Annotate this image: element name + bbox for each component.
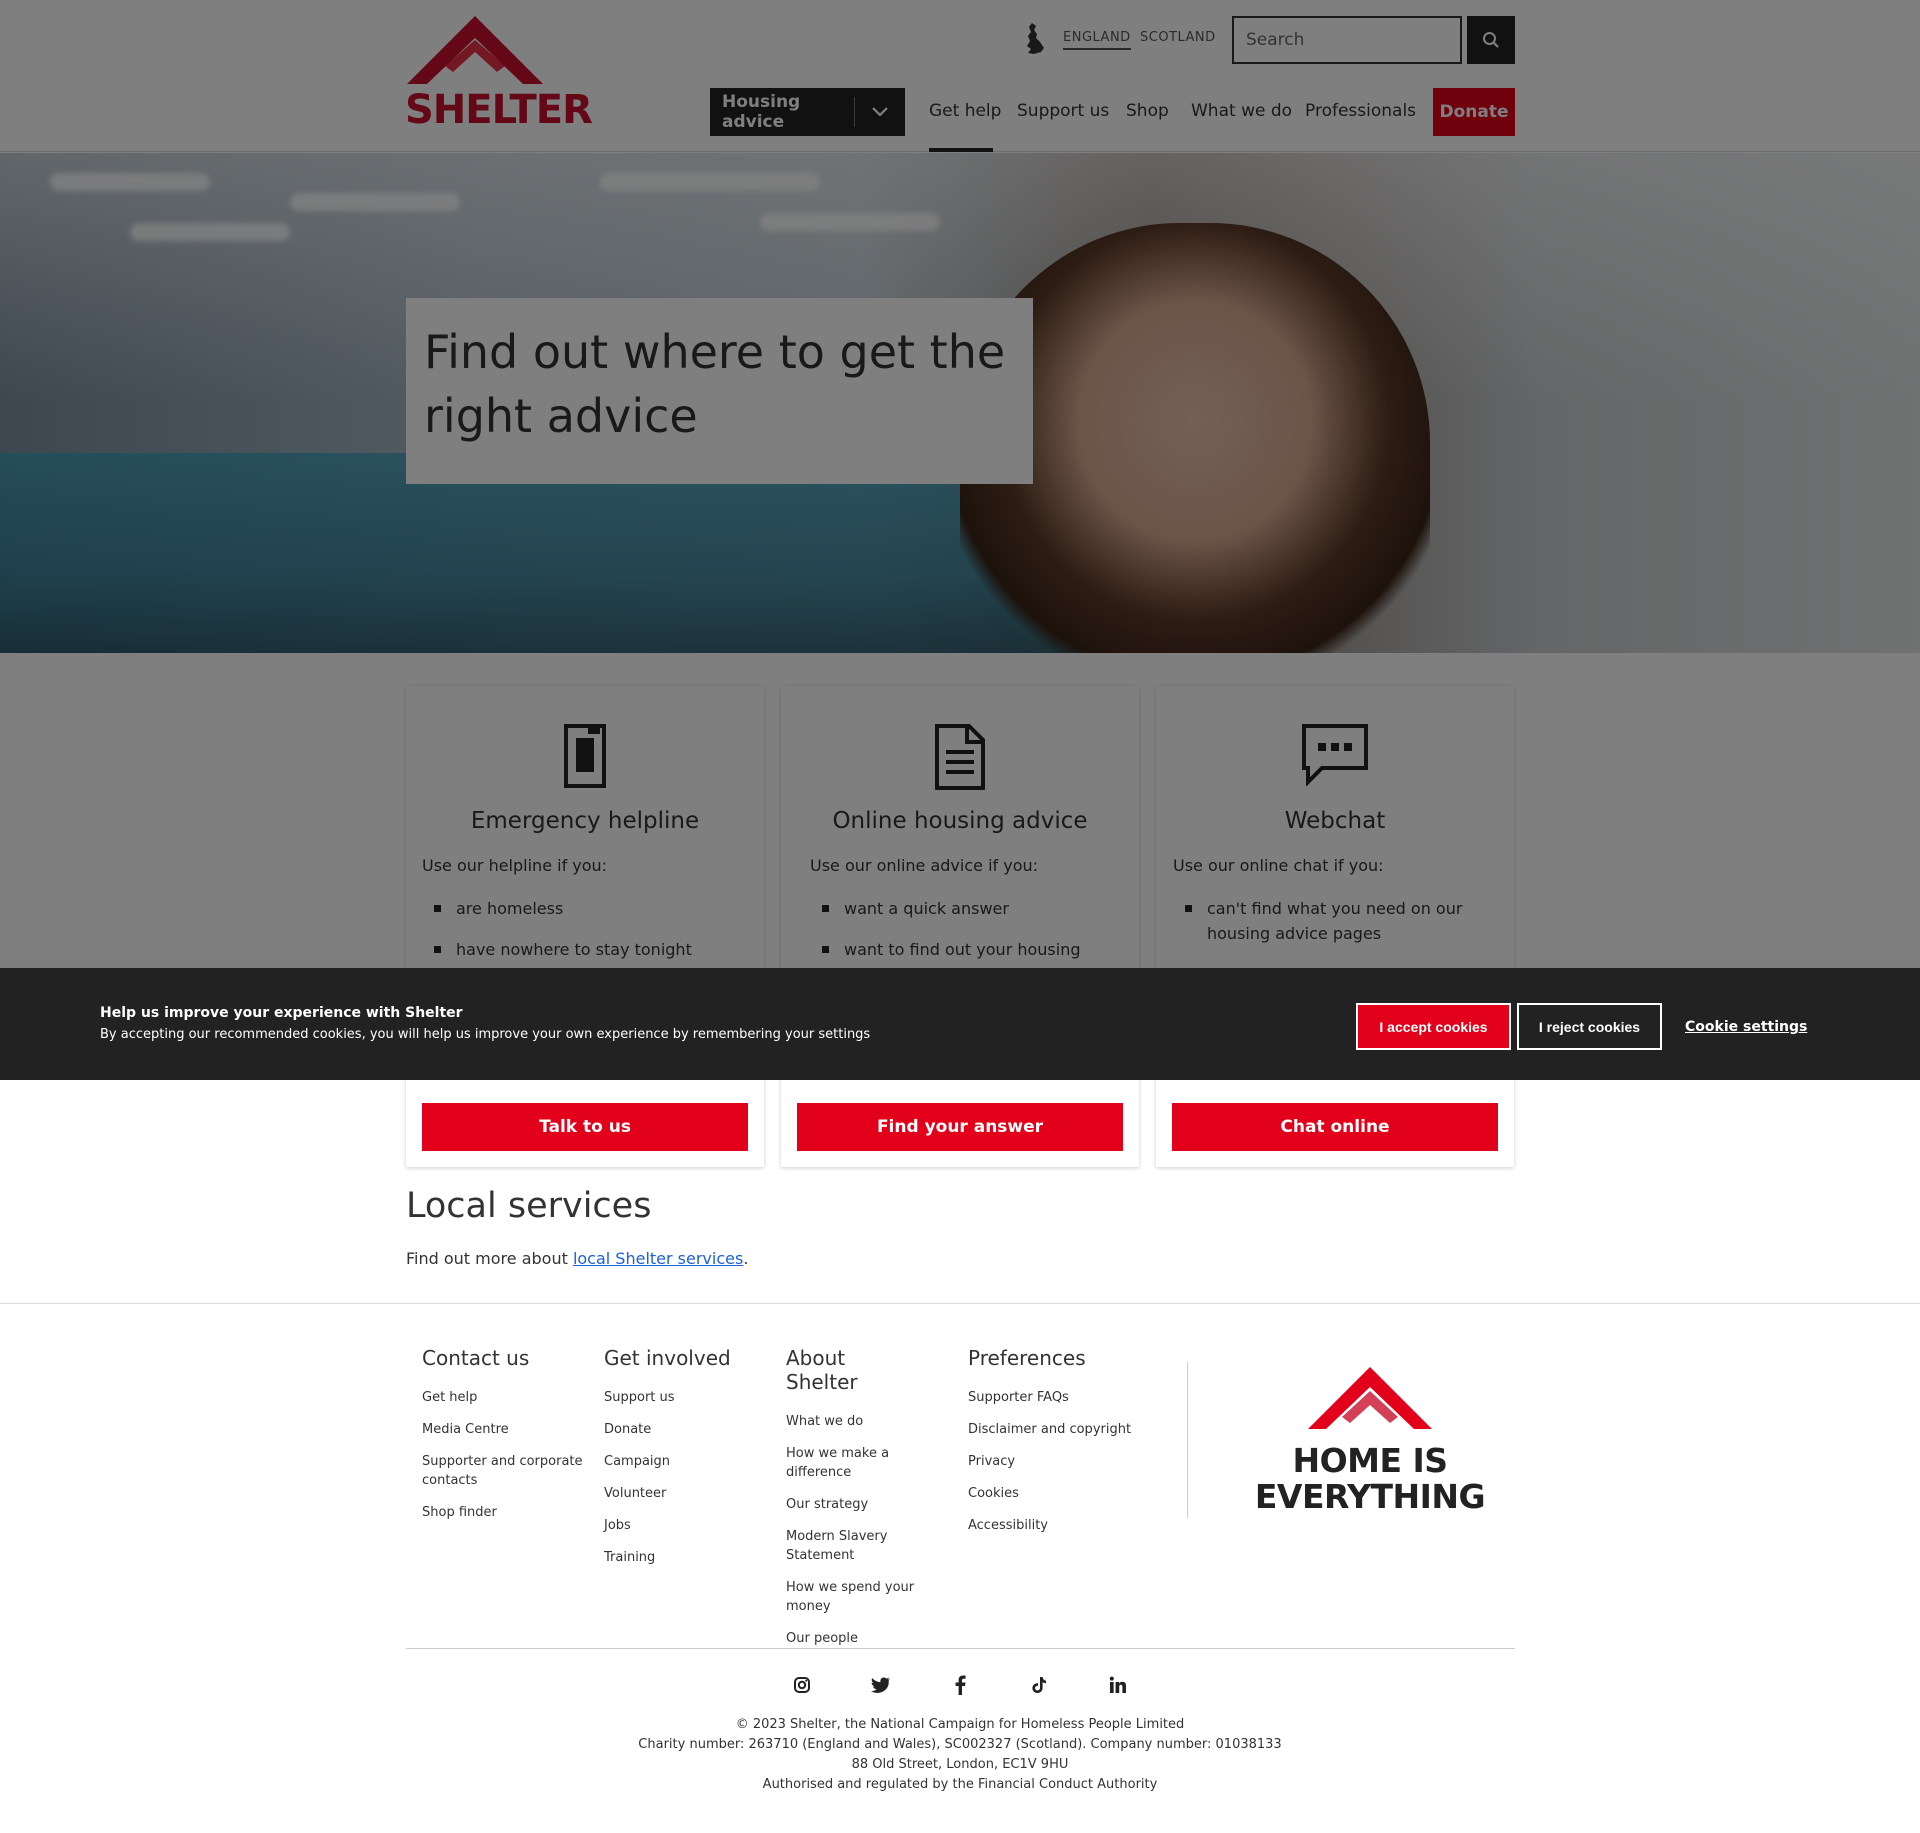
footer-column-title: Preferences [968, 1346, 1086, 1370]
local-services-text: Find out more about local Shelter servic… [406, 1249, 748, 1268]
cookie-description: By accepting our recommended cookies, yo… [100, 1027, 871, 1042]
cookie-heading: Help us improve your experience with She… [100, 1005, 463, 1021]
legal-line: © 2023 Shelter, the National Campaign fo… [735, 1717, 1185, 1732]
footer-column-contact-us: Contact us Get help Media Centre Support… [422, 1346, 592, 1535]
footer-column-title: Get involved [604, 1346, 731, 1370]
modal-overlay [0, 0, 1920, 968]
footer-column-title: About Shelter [786, 1346, 858, 1394]
footer-divider [1187, 1362, 1188, 1518]
footer-link[interactable]: Jobs [604, 1516, 774, 1535]
footer-divider [406, 1648, 1515, 1649]
local-services-suffix: . [743, 1249, 749, 1268]
legal-line: Charity number: 263710 (England and Wale… [638, 1737, 1282, 1752]
footer-link[interactable]: How we spend your money [786, 1578, 916, 1616]
roof-logo-icon [1308, 1367, 1432, 1429]
footer-link[interactable]: Disclaimer and copyright [968, 1420, 1138, 1439]
reject-cookies-button[interactable]: I reject cookies [1517, 1003, 1662, 1050]
footer-link[interactable]: Support us [604, 1388, 774, 1407]
local-services-link[interactable]: local Shelter services [573, 1249, 743, 1268]
accept-cookies-button[interactable]: I accept cookies [1356, 1003, 1511, 1050]
twitter-icon[interactable] [869, 1673, 893, 1697]
footer-column-about-shelter: About Shelter What we do How we make a d… [786, 1346, 916, 1661]
footer-link[interactable]: How we make a difference [786, 1444, 916, 1482]
cookie-settings-link[interactable]: Cookie settings [1685, 1019, 1807, 1035]
footer-border [0, 1303, 1920, 1304]
social-links [790, 1670, 1130, 1700]
footer-link[interactable]: Cookies [968, 1484, 1138, 1503]
footer-link[interactable]: Modern Slavery Statement [786, 1527, 916, 1565]
footer-column-title: Contact us [422, 1346, 530, 1370]
instagram-icon[interactable] [790, 1673, 814, 1697]
footer-link[interactable]: Training [604, 1548, 774, 1567]
find-your-answer-button[interactable]: Find your answer [797, 1103, 1123, 1151]
home-is-everything-logo: HOME IS EVERYTHING [1250, 1365, 1490, 1516]
logo-tagline-line: HOME IS [1292, 1441, 1448, 1480]
footer-link[interactable]: Donate [604, 1420, 774, 1439]
footer-legal: © 2023 Shelter, the National Campaign fo… [0, 1715, 1920, 1795]
footer-link[interactable]: Volunteer [604, 1484, 774, 1503]
logo-tagline-line: EVERYTHING [1254, 1477, 1486, 1516]
cookie-banner: Help us improve your experience with She… [0, 968, 1920, 1080]
footer-link[interactable]: Privacy [968, 1452, 1138, 1471]
footer-link[interactable]: Our strategy [786, 1495, 916, 1514]
footer-link[interactable]: Get help [422, 1388, 592, 1407]
facebook-icon[interactable] [948, 1673, 972, 1697]
footer-link[interactable]: Supporter FAQs [968, 1388, 1138, 1407]
footer-column-preferences: Preferences Supporter FAQs Disclaimer an… [968, 1346, 1138, 1548]
footer-link[interactable]: Accessibility [968, 1516, 1138, 1535]
footer-link[interactable]: Shop finder [422, 1503, 592, 1522]
footer-link[interactable]: Our people [786, 1629, 916, 1648]
talk-to-us-button[interactable]: Talk to us [422, 1103, 748, 1151]
chat-online-button[interactable]: Chat online [1172, 1103, 1498, 1151]
local-services-prefix: Find out more about [406, 1249, 573, 1268]
footer-column-get-involved: Get involved Support us Donate Campaign … [604, 1346, 774, 1580]
tiktok-icon[interactable] [1027, 1673, 1051, 1697]
footer-link[interactable]: Supporter and corporate contacts [422, 1452, 592, 1490]
legal-line: 88 Old Street, London, EC1V 9HU [851, 1757, 1069, 1772]
local-services-title: Local services [406, 1186, 652, 1226]
footer-link[interactable]: Media Centre [422, 1420, 592, 1439]
footer-link[interactable]: What we do [786, 1412, 916, 1431]
linkedin-icon[interactable] [1106, 1673, 1130, 1697]
footer-link[interactable]: Campaign [604, 1452, 774, 1471]
legal-line: Authorised and regulated by the Financia… [762, 1777, 1158, 1792]
